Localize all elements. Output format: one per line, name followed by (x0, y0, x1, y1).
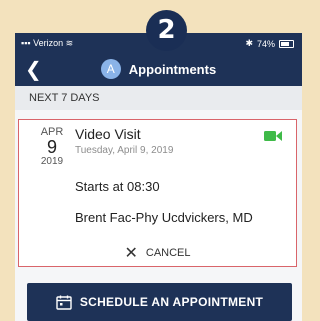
step-number-badge: 2 (146, 10, 187, 51)
wifi-icon: ≋ (65, 38, 74, 48)
appointment-date-block: APR 9 2019 (37, 126, 67, 167)
battery-icon (279, 39, 294, 48)
status-right: ✱ 74% (245, 38, 294, 49)
schedule-button-label: SCHEDULE AN APPOINTMENT (79, 295, 264, 309)
calendar-icon (56, 295, 72, 310)
appointment-provider: Brent Fac-Phy Ucdvickers, MD (75, 210, 253, 225)
appointment-start-time: Starts at 08:30 (75, 179, 160, 194)
cancel-button[interactable]: ✕ CANCEL (19, 243, 296, 262)
carrier-label: Verizon (33, 38, 64, 48)
bluetooth-icon: ✱ (245, 38, 253, 48)
signal-icon: ▪▪▪ (21, 38, 31, 48)
cancel-label: CANCEL (145, 247, 191, 259)
page-title: Appointments (128, 61, 217, 77)
appointment-full-date: Tuesday, April 9, 2019 (75, 145, 174, 156)
phone-screen: ▪▪▪ Verizon ≋ ✱ 74% ❮ A Appointments NEX… (15, 33, 302, 321)
avatar[interactable]: A (100, 59, 121, 79)
appointment-card[interactable]: APR 9 2019 Video Visit Tuesday, April 9,… (18, 119, 297, 267)
video-camera-icon (264, 131, 282, 141)
battery-percent: 74% (256, 38, 275, 49)
nav-title-group: A Appointments (15, 59, 302, 79)
navigation-bar: ❮ A Appointments (15, 53, 302, 86)
schedule-appointment-button[interactable]: SCHEDULE AN APPOINTMENT (27, 283, 292, 321)
section-header-next-7-days: NEXT 7 DAYS (15, 86, 302, 110)
appointment-type: Video Visit (75, 126, 141, 142)
close-icon: ✕ (124, 243, 138, 262)
carrier-indicator: ▪▪▪ Verizon ≋ (21, 38, 73, 49)
appointment-year: 2019 (40, 156, 64, 167)
appointment-day: 9 (46, 137, 57, 157)
